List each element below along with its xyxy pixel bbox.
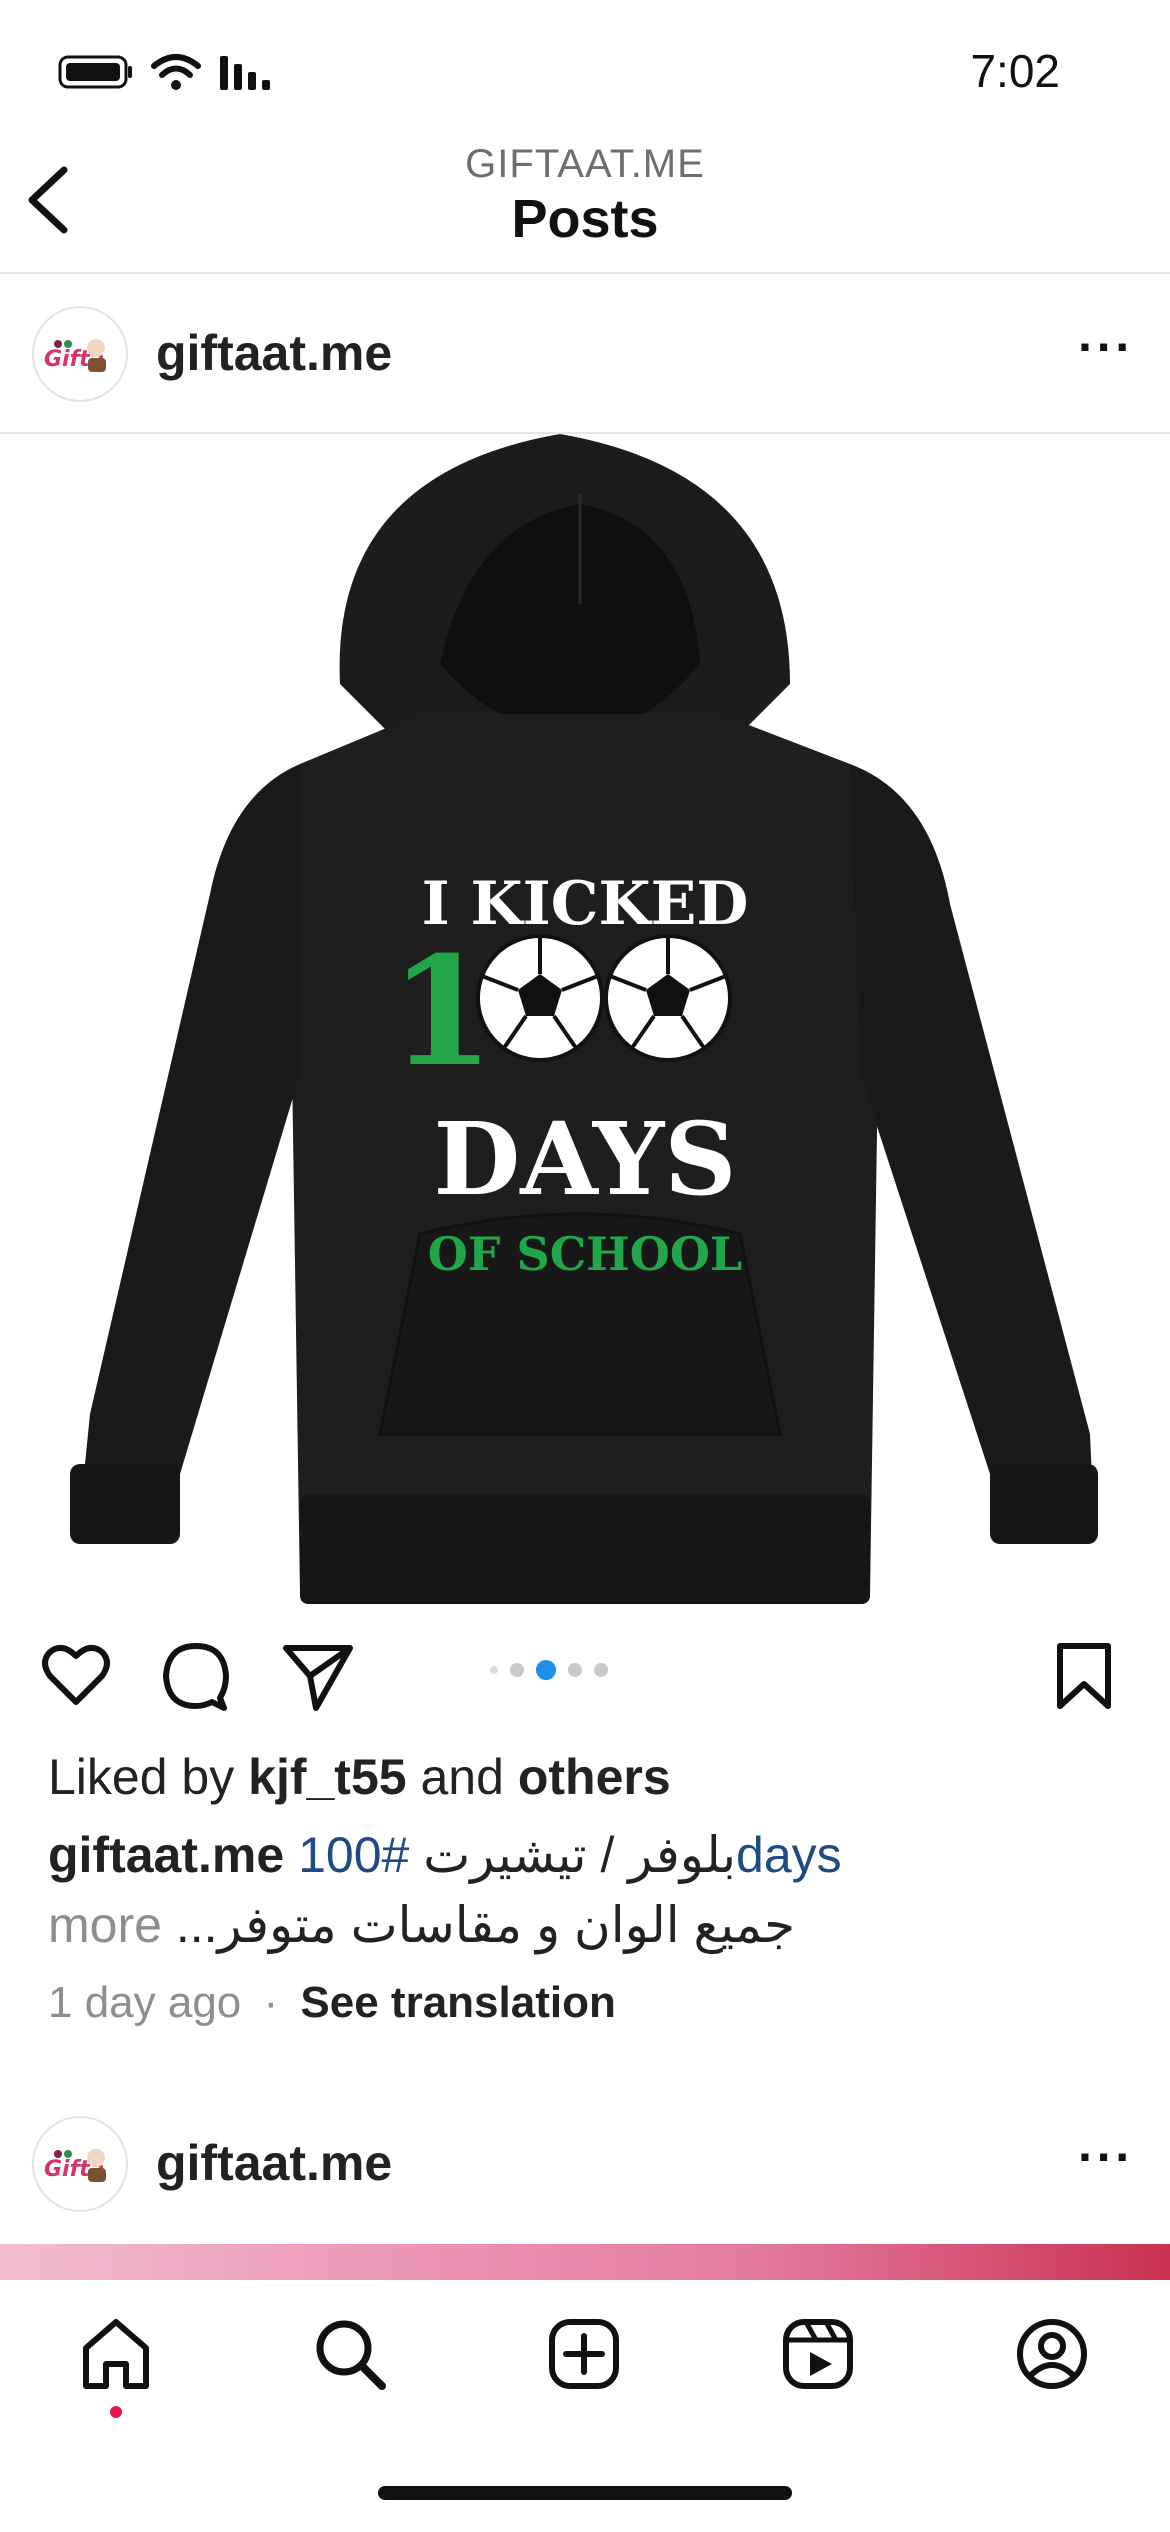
carousel-dot-active xyxy=(536,1660,556,1680)
caption: giftaat.me 100#بلوفر / تيشيرت days xyxy=(48,1826,842,1884)
see-translation-link[interactable]: See translation xyxy=(300,1978,615,2027)
avatar[interactable]: Gifta xyxy=(32,2116,128,2212)
page-title: Posts xyxy=(511,189,659,249)
print-line3: DAYS xyxy=(434,1100,737,1218)
meta-separator: · xyxy=(263,1978,279,2027)
status-time: 7:02 xyxy=(970,45,1060,97)
carousel-indicator xyxy=(490,1660,608,1680)
signal-icon xyxy=(220,56,270,90)
heart-icon[interactable] xyxy=(40,1640,112,1712)
bookmark-icon[interactable] xyxy=(1048,1640,1120,1712)
comment-icon[interactable] xyxy=(160,1640,232,1712)
soccer-ball-icon xyxy=(604,934,732,1062)
home-indicator[interactable] xyxy=(378,2486,792,2500)
avatar[interactable]: Gifta xyxy=(32,306,128,402)
carousel-dot xyxy=(510,1663,524,1677)
more-icon[interactable]: ··· xyxy=(1078,2128,1134,2186)
liked-by-user[interactable]: kjf_t55 xyxy=(248,1749,406,1805)
profile-icon[interactable] xyxy=(1014,2316,1090,2392)
next-post-image[interactable] xyxy=(0,2244,1170,2280)
carousel-dot xyxy=(568,1663,582,1677)
hoodie-image: I KICKED 1 DAYS OF SCHOOL xyxy=(70,434,1098,1604)
print-line4: OF SCHOOL xyxy=(428,1227,743,1281)
more-link[interactable]: more xyxy=(48,1897,162,1953)
soccer-ball-icon xyxy=(476,934,604,1062)
header-divider xyxy=(0,272,1170,274)
hashtag-suffix[interactable]: days xyxy=(736,1827,842,1883)
wifi-icon xyxy=(151,54,201,90)
likes-text[interactable]: Liked by kjf_t55 and others xyxy=(48,1748,671,1806)
post-image[interactable]: I KICKED 1 DAYS OF SCHOOL xyxy=(0,434,1170,1606)
caption-username[interactable]: giftaat.me xyxy=(48,1827,284,1883)
time-ago: 1 day ago xyxy=(48,1978,242,2027)
home-icon[interactable] xyxy=(78,2316,154,2392)
caption-line2: more جميع الوان و مقاسات متوفر... xyxy=(48,1896,795,1954)
battery-icon xyxy=(58,55,132,89)
search-icon[interactable] xyxy=(312,2316,388,2392)
header-subtitle: GIFTAAT.ME xyxy=(465,142,705,186)
likes-and: and xyxy=(420,1749,504,1805)
caption-text-2: جميع الوان و مقاسات متوفر... xyxy=(175,1897,795,1953)
carousel-dot xyxy=(594,1663,608,1677)
caption-text: بلوفر / تيشيرت xyxy=(409,1827,737,1883)
post-username[interactable]: giftaat.me xyxy=(156,324,392,382)
logo-icon: Gifta xyxy=(36,310,124,398)
reels-icon[interactable] xyxy=(780,2316,856,2392)
notification-dot xyxy=(110,2406,122,2418)
carousel-dot xyxy=(490,1666,498,1674)
likes-others[interactable]: others xyxy=(518,1749,671,1805)
create-icon[interactable] xyxy=(546,2316,622,2392)
status-icons xyxy=(58,52,274,92)
likes-prefix: Liked by xyxy=(48,1749,235,1805)
more-icon[interactable]: ··· xyxy=(1078,318,1134,376)
logo-icon: Gifta xyxy=(36,2120,124,2208)
post-meta: 1 day ago · See translation xyxy=(48,1978,616,2028)
share-icon[interactable] xyxy=(282,1640,354,1712)
hashtag[interactable]: 100# xyxy=(298,1827,409,1883)
post-username[interactable]: giftaat.me xyxy=(156,2134,392,2192)
